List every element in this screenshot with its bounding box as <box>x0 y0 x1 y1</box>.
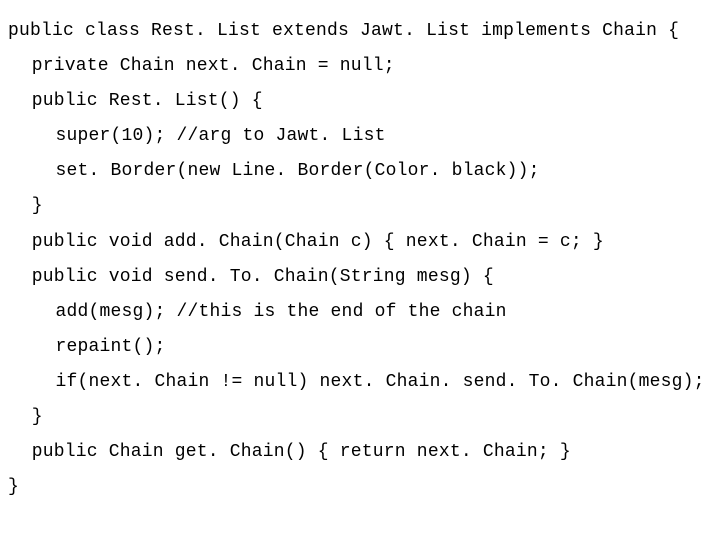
code-line: set. Border(new Line. Border(Color. blac… <box>8 154 540 189</box>
code-line: public Rest. List() { <box>8 84 263 119</box>
code-block: public class Rest. List extends Jawt. Li… <box>0 0 720 505</box>
code-line: public void add. Chain(Chain c) { next. … <box>8 225 604 260</box>
code-line: public class Rest. List extends Jawt. Li… <box>8 21 679 41</box>
code-line: repaint(); <box>8 330 166 365</box>
code-line: if(next. Chain != null) next. Chain. sen… <box>8 365 705 400</box>
code-line: } <box>8 400 43 435</box>
code-line: public void send. To. Chain(String mesg)… <box>8 260 494 295</box>
code-line: } <box>8 189 43 224</box>
code-line: add(mesg); //this is the end of the chai… <box>8 295 507 330</box>
code-line: private Chain next. Chain = null; <box>8 49 395 84</box>
code-line: super(10); //arg to Jawt. List <box>8 119 386 154</box>
code-line: public Chain get. Chain() { return next.… <box>8 435 571 470</box>
code-line: } <box>8 477 19 497</box>
